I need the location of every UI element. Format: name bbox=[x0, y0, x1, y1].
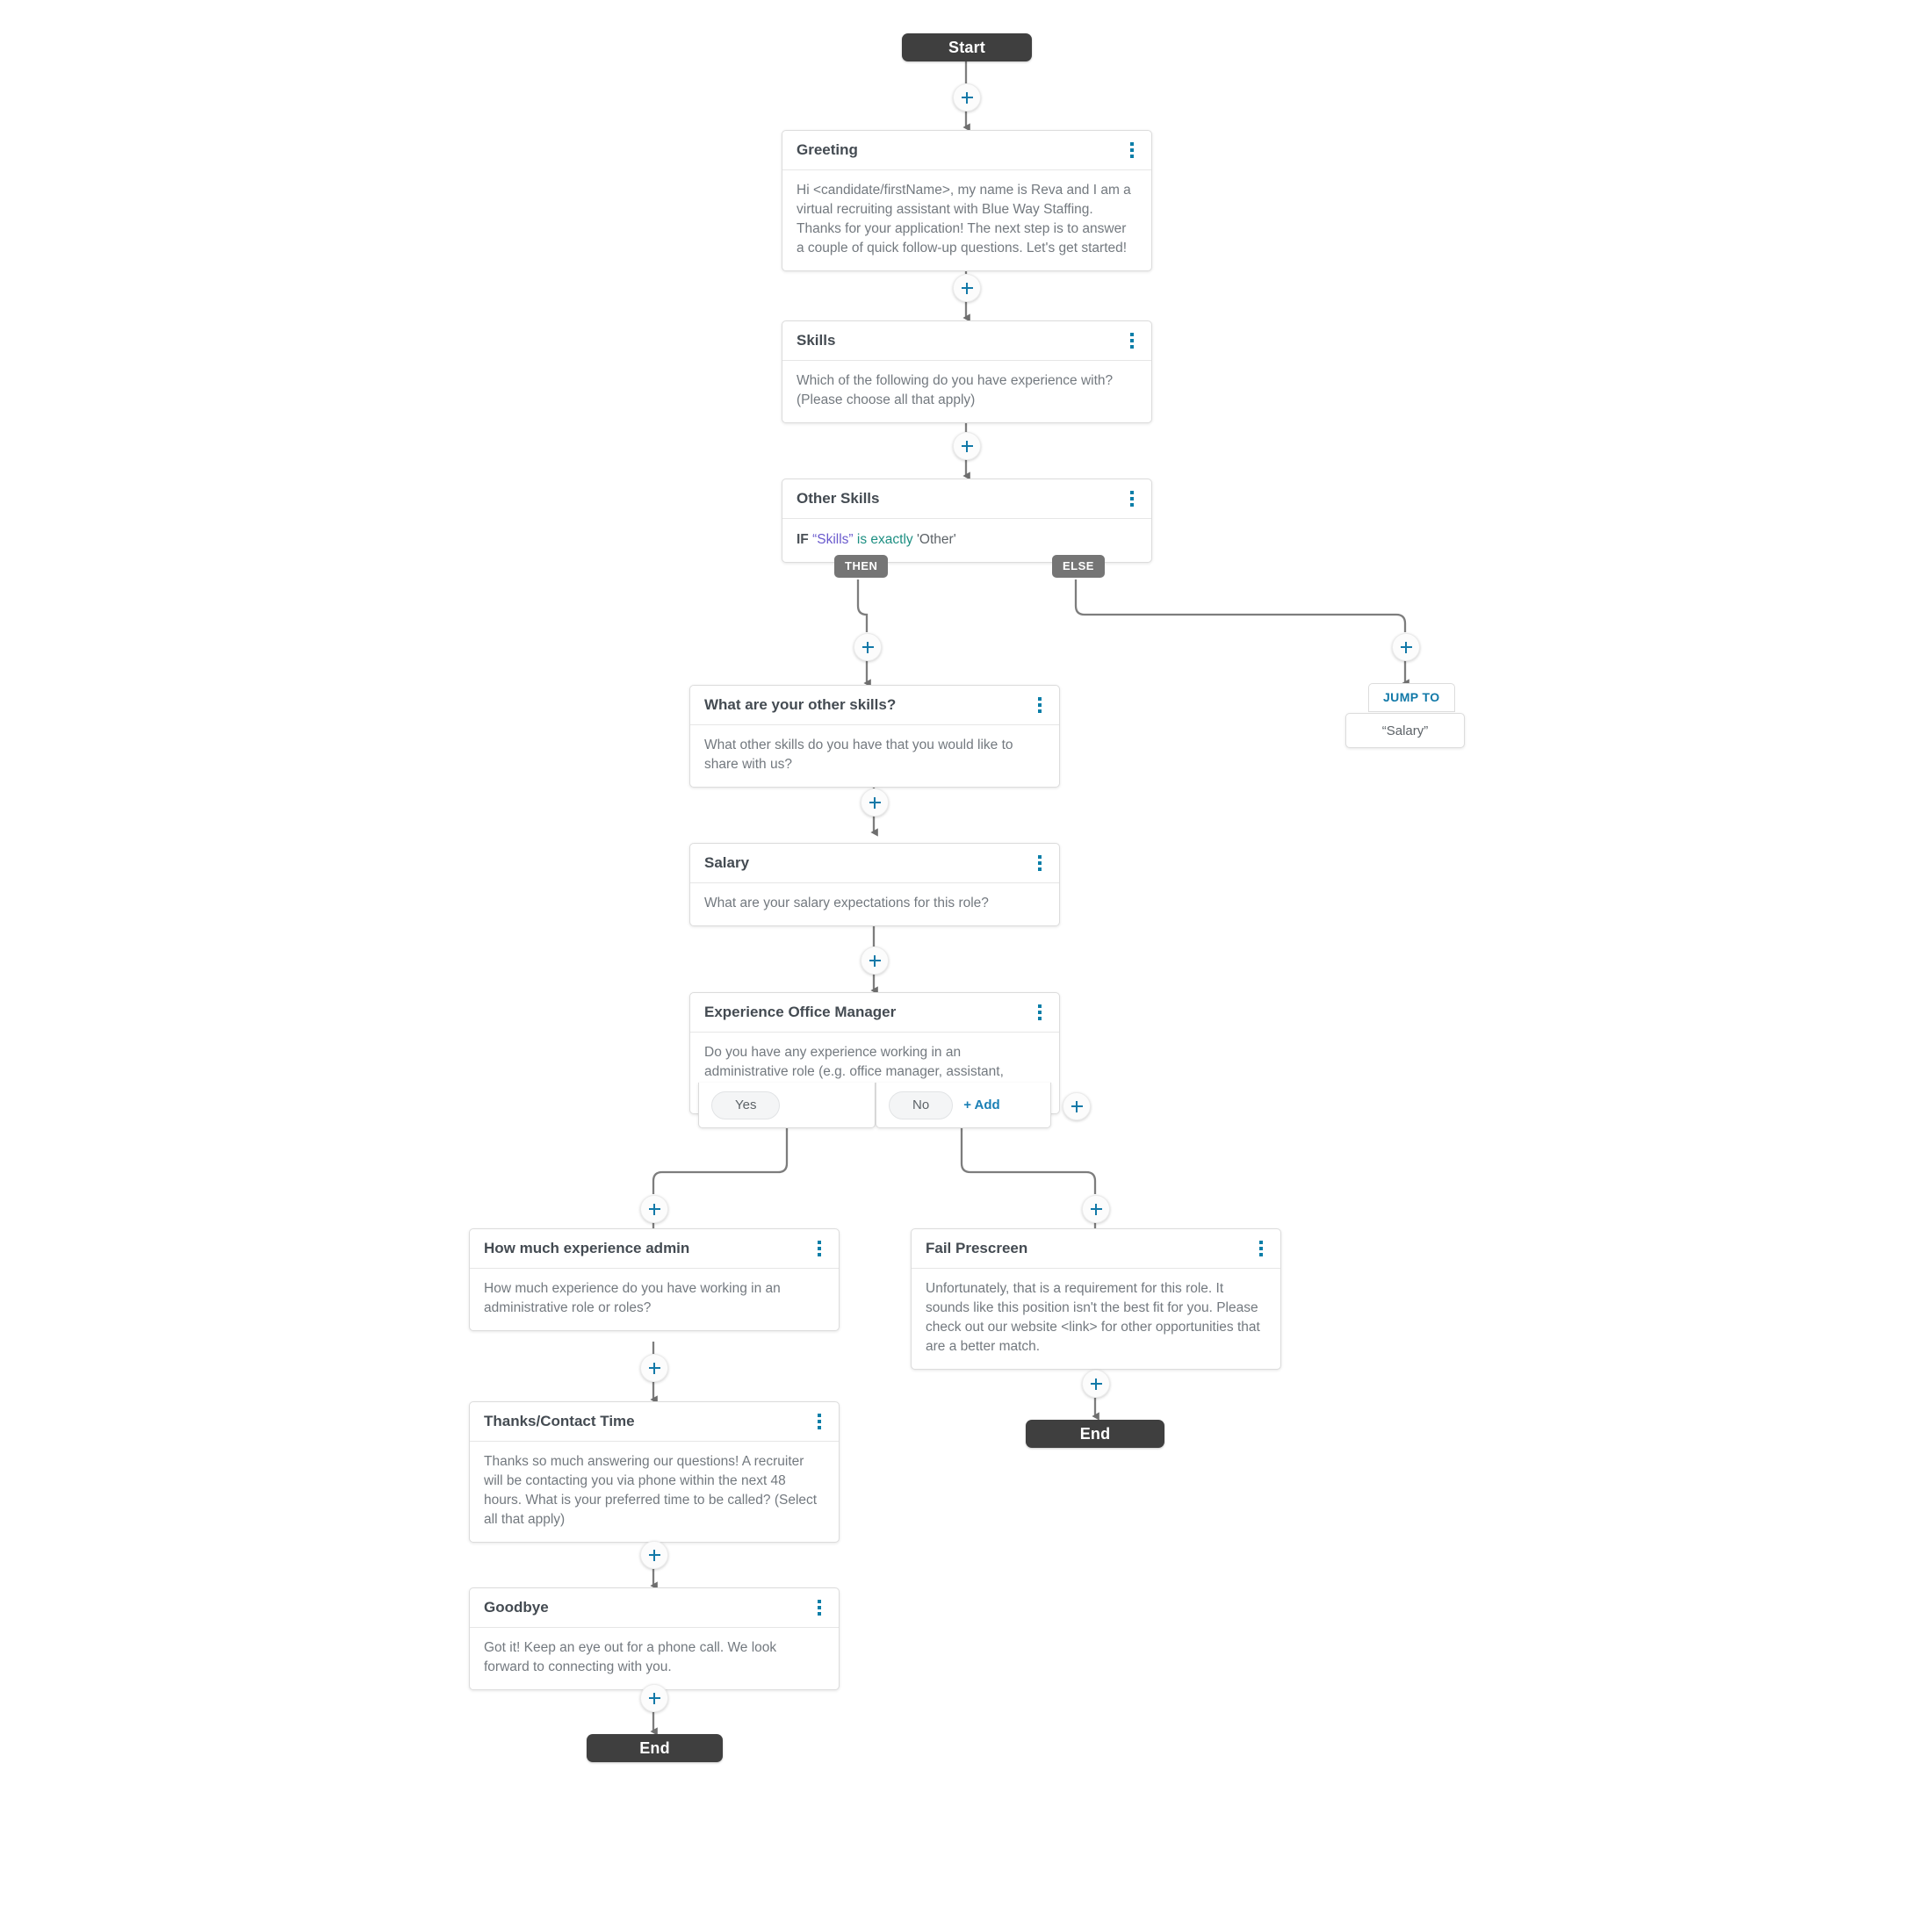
node-fail-prescreen-header: Fail Prescreen bbox=[912, 1229, 1280, 1269]
node-salary-header: Salary bbox=[690, 844, 1059, 883]
node-goodbye[interactable]: Goodbye Got it! Keep an eye out for a ph… bbox=[469, 1587, 840, 1690]
node-salary-title: Salary bbox=[704, 853, 750, 871]
node-skills[interactable]: Skills Which of the following do you hav… bbox=[782, 320, 1152, 423]
condition-operator: is exactly bbox=[856, 532, 913, 547]
kebab-menu-icon[interactable] bbox=[1127, 331, 1137, 350]
node-skills-title: Skills bbox=[797, 331, 836, 349]
kebab-menu-icon[interactable] bbox=[814, 1239, 825, 1258]
node-greeting[interactable]: Greeting Hi <candidate/firstName>, my na… bbox=[782, 130, 1152, 271]
node-what-are-your-other-skills-header: What are your other skills? bbox=[690, 686, 1059, 725]
jump-to-tab[interactable]: JUMP TO bbox=[1368, 683, 1455, 712]
node-what-are-your-other-skills[interactable]: What are your other skills? What other s… bbox=[689, 685, 1060, 788]
answer-pill-yes[interactable]: Yes bbox=[711, 1090, 781, 1119]
node-experience-office-manager-title: Experience Office Manager bbox=[704, 1003, 897, 1020]
node-other-skills-title: Other Skills bbox=[797, 489, 880, 507]
node-other-skills[interactable]: Other Skills IF “Skills” is exactly 'Oth… bbox=[782, 479, 1152, 564]
node-fail-prescreen-body: Unfortunately, that is a requirement for… bbox=[926, 1281, 1260, 1354]
answer-pill-no[interactable]: No bbox=[889, 1090, 954, 1119]
kebab-menu-icon[interactable] bbox=[1127, 489, 1137, 508]
add-branch-icon[interactable] bbox=[1063, 1092, 1091, 1120]
branch-badge-else: ELSE bbox=[1052, 555, 1105, 578]
kebab-menu-icon[interactable] bbox=[814, 1412, 825, 1431]
end-node-right-label: End bbox=[1079, 1424, 1111, 1443]
add-step-icon[interactable] bbox=[861, 788, 889, 817]
node-goodbye-header: Goodbye bbox=[470, 1588, 839, 1628]
jump-to-target[interactable]: “Salary” bbox=[1345, 713, 1465, 748]
end-node-right[interactable]: End bbox=[1026, 1420, 1164, 1448]
add-step-icon[interactable] bbox=[953, 432, 981, 460]
node-thanks-contact-time[interactable]: Thanks/Contact Time Thanks so much answe… bbox=[469, 1401, 840, 1543]
kebab-menu-icon[interactable] bbox=[1256, 1239, 1266, 1258]
condition-keyword: IF bbox=[797, 532, 809, 547]
condition-field: “Skills” bbox=[812, 532, 854, 547]
answer-branch-yes[interactable]: Yes bbox=[698, 1083, 876, 1128]
add-step-icon[interactable] bbox=[854, 633, 882, 661]
add-step-icon[interactable] bbox=[640, 1195, 668, 1223]
kebab-menu-icon[interactable] bbox=[1034, 695, 1045, 715]
node-thanks-contact-time-title: Thanks/Contact Time bbox=[484, 1412, 635, 1429]
node-goodbye-title: Goodbye bbox=[484, 1598, 549, 1616]
node-how-much-experience-admin[interactable]: How much experience admin How much exper… bbox=[469, 1228, 840, 1331]
node-how-much-experience-admin-title: How much experience admin bbox=[484, 1239, 690, 1256]
node-how-much-experience-admin-header: How much experience admin bbox=[470, 1229, 839, 1269]
condition-value: 'Other' bbox=[916, 532, 956, 547]
add-step-icon[interactable] bbox=[861, 947, 889, 975]
kebab-menu-icon[interactable] bbox=[814, 1598, 825, 1617]
node-thanks-contact-time-header: Thanks/Contact Time bbox=[470, 1402, 839, 1442]
add-answer-link[interactable]: + Add bbox=[963, 1098, 1000, 1112]
add-step-icon[interactable] bbox=[1082, 1370, 1110, 1398]
end-node-left-label: End bbox=[639, 1738, 670, 1757]
branch-badge-then: THEN bbox=[834, 555, 889, 578]
node-greeting-header: Greeting bbox=[782, 131, 1151, 170]
add-step-icon[interactable] bbox=[953, 274, 981, 302]
node-thanks-contact-time-body: Thanks so much answering our questions! … bbox=[484, 1454, 818, 1527]
node-experience-office-manager-header: Experience Office Manager bbox=[690, 993, 1059, 1033]
node-greeting-body: Hi <candidate/firstName>, my name is Rev… bbox=[797, 183, 1131, 256]
add-step-icon[interactable] bbox=[640, 1354, 668, 1382]
node-how-much-experience-admin-body: How much experience do you have working … bbox=[484, 1281, 781, 1315]
kebab-menu-icon[interactable] bbox=[1034, 1003, 1045, 1022]
node-salary-body: What are your salary expectations for th… bbox=[704, 896, 989, 911]
node-goodbye-body: Got it! Keep an eye out for a phone call… bbox=[484, 1640, 777, 1674]
answer-branch-no[interactable]: No + Add bbox=[876, 1083, 1051, 1128]
node-skills-header: Skills bbox=[782, 321, 1151, 361]
start-node[interactable]: Start bbox=[902, 33, 1032, 61]
node-other-skills-header: Other Skills bbox=[782, 479, 1151, 519]
node-fail-prescreen-title: Fail Prescreen bbox=[926, 1239, 1028, 1256]
answer-branch-strip: Yes No + Add bbox=[698, 1083, 1051, 1128]
node-what-are-your-other-skills-title: What are your other skills? bbox=[704, 695, 897, 713]
add-step-icon[interactable] bbox=[640, 1684, 668, 1712]
node-skills-body: Which of the following do you have exper… bbox=[797, 373, 1114, 407]
node-fail-prescreen[interactable]: Fail Prescreen Unfortunately, that is a … bbox=[911, 1228, 1281, 1370]
flow-canvas: Start Greeting Hi <candidate/firstName>,… bbox=[0, 0, 1932, 1929]
start-node-label: Start bbox=[948, 38, 985, 56]
add-step-icon[interactable] bbox=[1082, 1195, 1110, 1223]
kebab-menu-icon[interactable] bbox=[1127, 140, 1137, 160]
add-step-icon[interactable] bbox=[1392, 633, 1420, 661]
node-what-are-your-other-skills-body: What other skills do you have that you w… bbox=[704, 738, 1013, 772]
kebab-menu-icon[interactable] bbox=[1034, 853, 1045, 873]
add-step-icon[interactable] bbox=[640, 1541, 668, 1569]
end-node-left[interactable]: End bbox=[587, 1734, 723, 1762]
node-salary[interactable]: Salary What are your salary expectations… bbox=[689, 843, 1060, 926]
node-greeting-title: Greeting bbox=[797, 140, 858, 158]
add-step-icon[interactable] bbox=[953, 83, 981, 112]
